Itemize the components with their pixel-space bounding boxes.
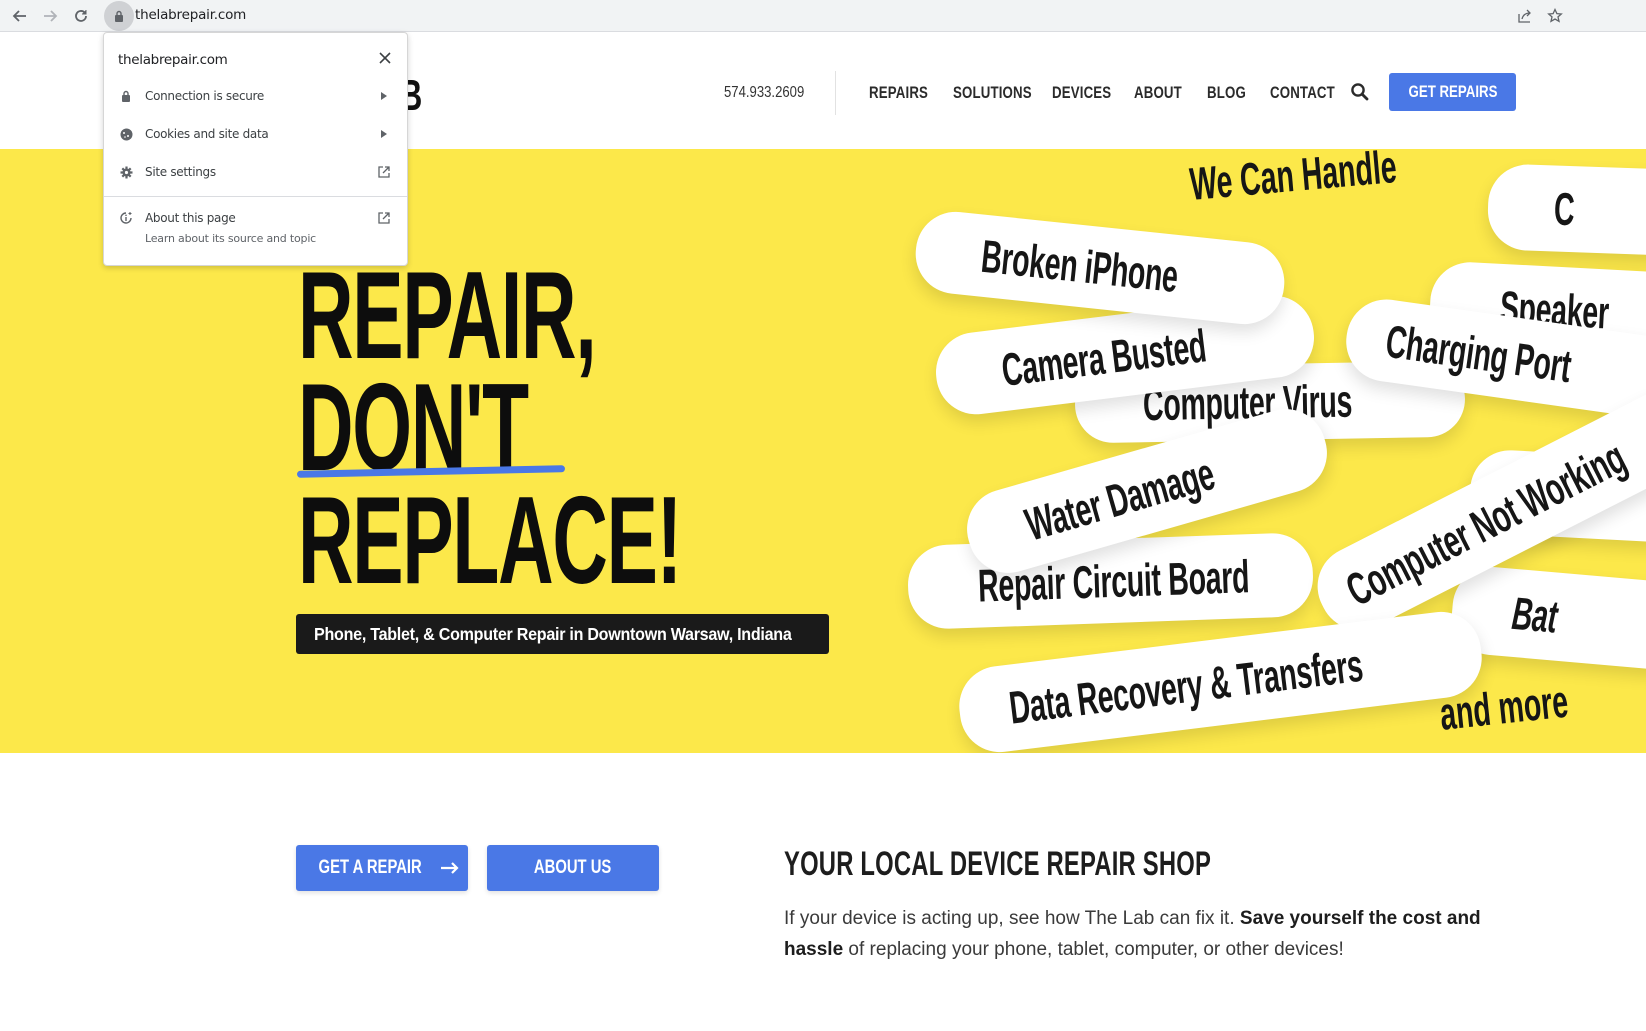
share-icon	[1518, 9, 1531, 23]
cookie-icon	[120, 128, 132, 140]
phone-number[interactable]: 574.933.2609	[724, 84, 804, 102]
nav-solutions[interactable]: SOLUTIONS	[953, 83, 1032, 103]
address-bar-url[interactable]: thelabrepair.com	[135, 7, 246, 23]
reload-icon	[75, 10, 87, 22]
get-repairs-label: GET REPAIRS	[1408, 82, 1497, 101]
popup-item-connection[interactable]: Connection is secure	[104, 79, 407, 115]
popup-item-about-sublabel: Learn about its source and topic	[145, 232, 317, 245]
nav-divider	[835, 71, 836, 115]
nav-about[interactable]: ABOUT	[1134, 83, 1182, 103]
popup-item-cookies[interactable]: Cookies and site data	[104, 117, 407, 153]
section-body: If your device is acting up, see how The…	[784, 903, 1544, 965]
arrow-right-icon	[441, 862, 459, 874]
gear-icon	[120, 166, 132, 178]
nav-blog[interactable]: BLOG	[1207, 83, 1246, 103]
service-pill: C	[1486, 163, 1646, 257]
site-info-button[interactable]	[104, 1, 134, 31]
body-text-tail: of replacing your phone, tablet, compute…	[843, 939, 1344, 960]
about-us-button[interactable]: ABOUT US	[487, 845, 659, 891]
lock-icon	[115, 10, 123, 22]
chevron-right-icon	[381, 92, 387, 100]
get-a-repair-button[interactable]: GET A REPAIR	[296, 845, 468, 891]
star-icon	[1547, 8, 1563, 23]
site-info-popup: thelabrepair.com Connection is secure Co…	[103, 32, 408, 266]
get-a-repair-label: GET A REPAIR	[318, 857, 422, 878]
popup-divider	[104, 196, 407, 197]
bookmark-button[interactable]	[1544, 5, 1566, 27]
back-button[interactable]	[8, 4, 32, 28]
service-pill: Data Recovery & Transfers	[954, 607, 1487, 753]
nav-contact[interactable]: CONTACT	[1270, 83, 1335, 103]
hero-tagline: Phone, Tablet, & Computer Repair in Down…	[296, 614, 829, 654]
popup-item-about-page[interactable]: About this page	[104, 201, 407, 253]
search-icon	[1351, 83, 1369, 101]
nav-devices[interactable]: DEVICES	[1052, 83, 1111, 103]
headline-line-3: REPLACE!	[298, 472, 682, 610]
external-link-icon	[378, 166, 390, 178]
search-button[interactable]	[1350, 82, 1372, 104]
get-repairs-button[interactable]: GET REPAIRS	[1389, 73, 1516, 111]
arrow-right-icon	[44, 10, 58, 22]
forward-button[interactable]	[38, 4, 62, 28]
body-text-plain: If your device is acting up, see how The…	[784, 908, 1240, 929]
service-pill: Repair Circuit Board	[906, 531, 1315, 631]
nav-repairs[interactable]: REPAIRS	[869, 83, 928, 103]
browser-toolbar: thelabrepair.com	[0, 0, 1646, 32]
external-link-icon	[378, 212, 390, 224]
close-icon	[379, 52, 391, 64]
share-button[interactable]	[1514, 5, 1536, 27]
section-title: YOUR LOCAL DEVICE REPAIR SHOP	[784, 845, 1212, 883]
popup-title: thelabrepair.com	[118, 52, 228, 68]
chevron-right-icon	[381, 130, 387, 138]
arrow-left-icon	[12, 10, 26, 22]
hero-tagline-text: Phone, Tablet, & Computer Repair in Down…	[314, 623, 792, 644]
lock-icon	[122, 90, 130, 102]
about-us-label: ABOUT US	[534, 857, 612, 878]
reload-button[interactable]	[69, 4, 93, 28]
service-pill: Broken iPhone	[911, 207, 1289, 329]
info-sparkle-icon	[120, 212, 132, 224]
popup-item-site-settings[interactable]: Site settings	[104, 155, 407, 191]
hero-intro-text: We Can Handle	[1187, 149, 1399, 210]
popup-close-button[interactable]	[375, 48, 395, 68]
